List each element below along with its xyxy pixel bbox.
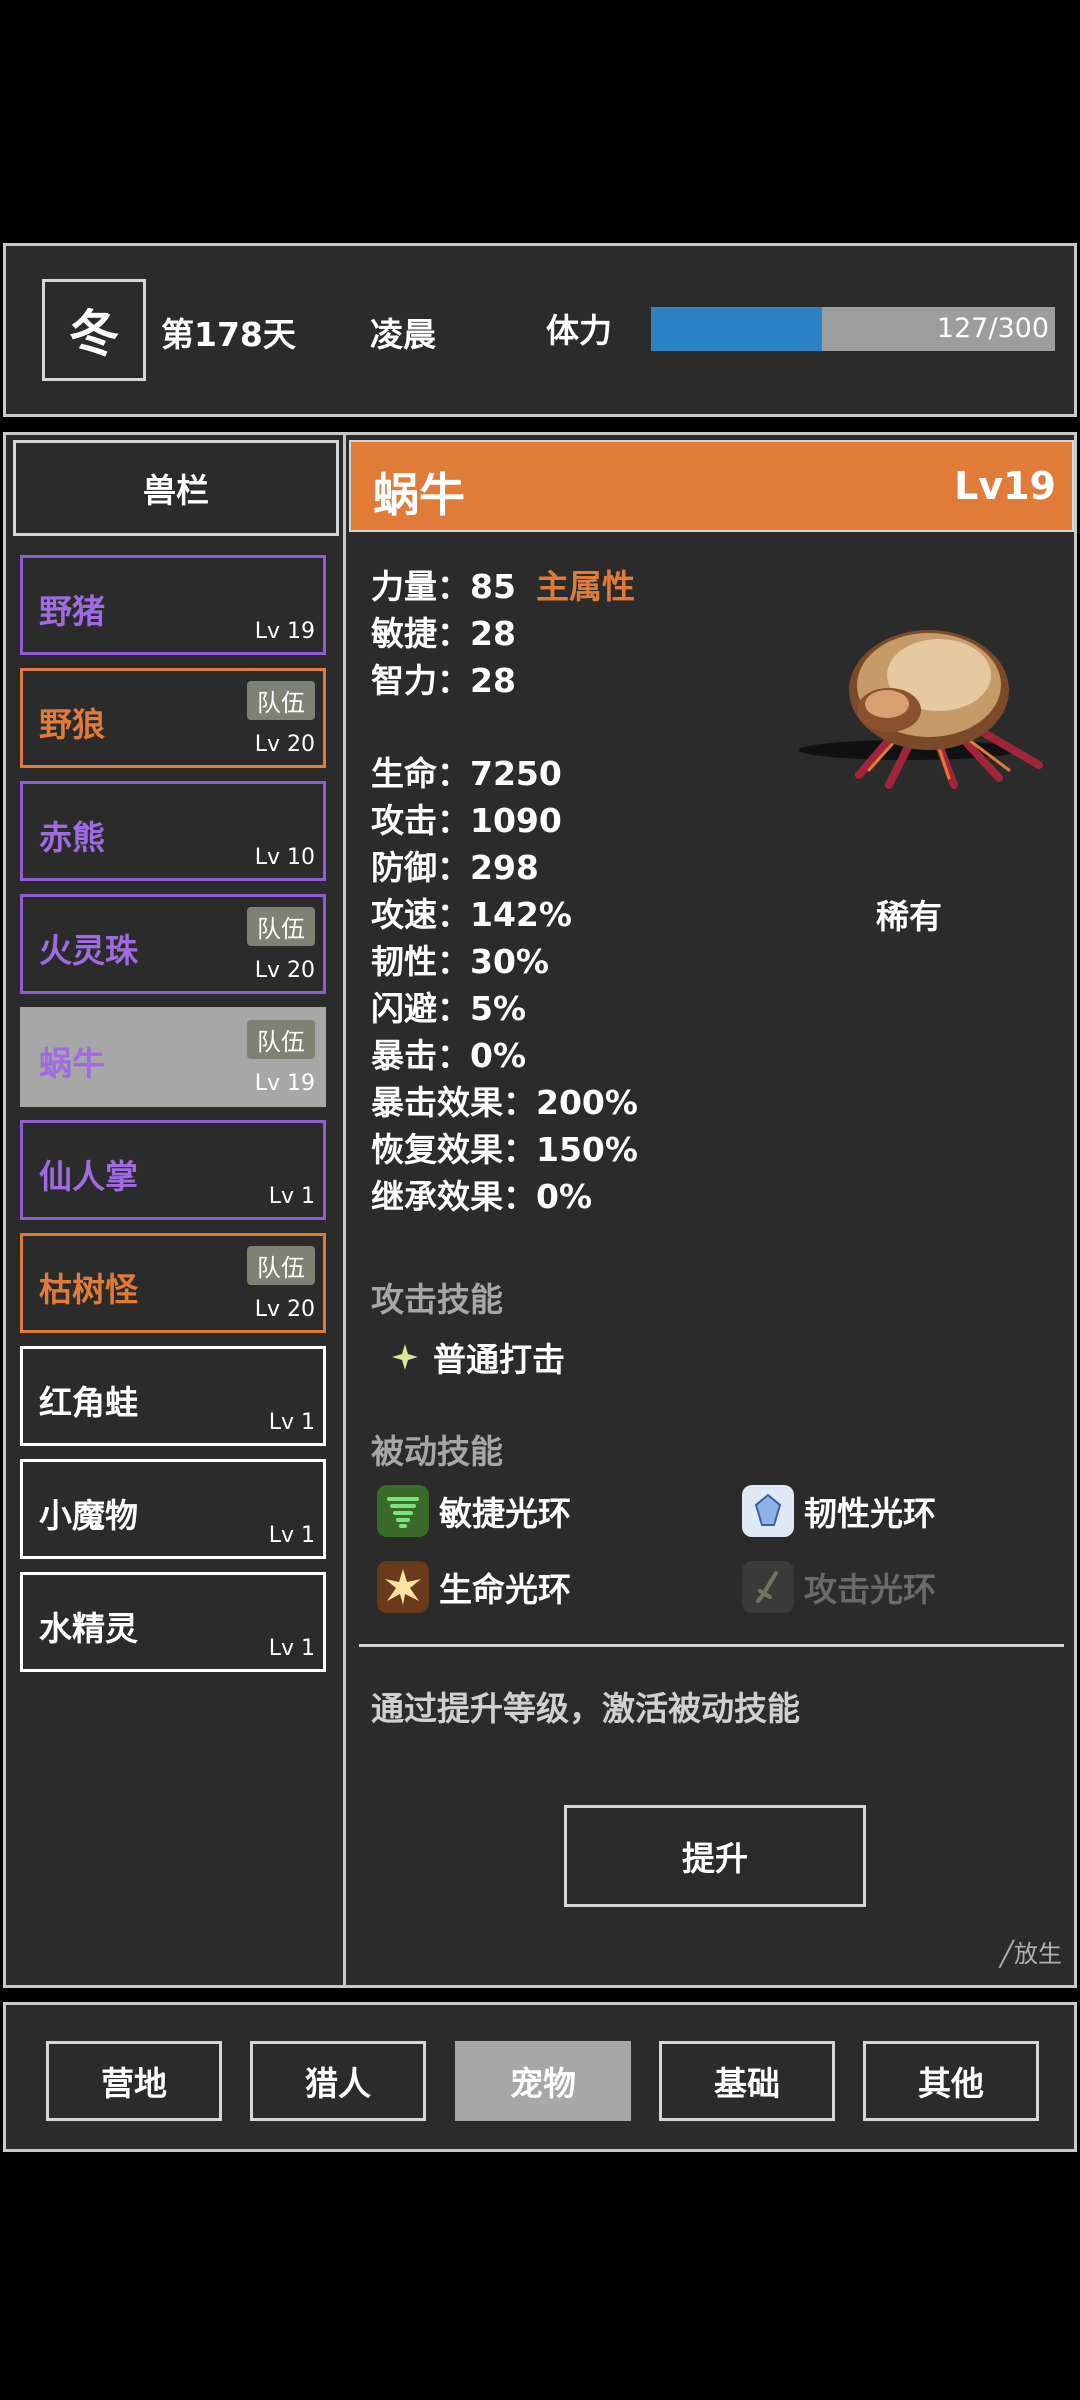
- pet-name: 赤熊: [39, 818, 105, 857]
- stat-crit: 暴击：0%: [371, 1036, 527, 1075]
- pet-list-item[interactable]: 蜗牛 队伍 Lv 19: [20, 1007, 326, 1107]
- pet-name: 水精灵: [39, 1609, 138, 1648]
- pet-name: 蜗牛: [39, 1044, 105, 1083]
- burst-icon: [377, 1561, 429, 1613]
- season-indicator: 冬: [42, 279, 146, 381]
- sparkle-icon: [387, 1339, 423, 1375]
- stamina-value: 127/300: [936, 313, 1049, 344]
- stat-attack-speed: 攻速：142%: [371, 895, 572, 934]
- rarity-label: 稀有: [876, 897, 942, 936]
- pet-list-item[interactable]: 小魔物 Lv 1: [20, 1459, 326, 1559]
- passive-skill-agility-aura[interactable]: 敏捷光环: [377, 1485, 571, 1537]
- pet-name: 仙人掌: [39, 1157, 138, 1196]
- pet-list-item[interactable]: 野狼 队伍 Lv 20: [20, 668, 326, 768]
- stat-toughness: 韧性：30%: [371, 942, 549, 981]
- pet-list-item[interactable]: 赤熊 Lv 10: [20, 781, 326, 881]
- upgrade-button[interactable]: 提升: [564, 1805, 866, 1907]
- stat-crit-effect: 暴击效果：200%: [371, 1083, 638, 1122]
- pet-detail-level: Lv19: [954, 464, 1056, 508]
- stat-agility: 敏捷：28: [371, 614, 516, 653]
- tornado-icon: [377, 1485, 429, 1537]
- team-badge: 队伍: [247, 681, 315, 720]
- team-badge: 队伍: [247, 1246, 315, 1285]
- pet-list-column: 兽栏 野猪 Lv 19 野狼 队伍 Lv 20 赤熊 Lv 10 火灵珠 队伍 Lv 20 蜗牛 队伍…: [6, 435, 346, 1985]
- stat-recovery-effect: 恢复效果：150%: [371, 1130, 638, 1169]
- stat-dodge: 闪避：5%: [371, 989, 527, 1028]
- pet-list-item[interactable]: 水精灵 Lv 1: [20, 1572, 326, 1672]
- pet-level: Lv 1: [268, 1410, 315, 1435]
- status-header: 冬 第178天 凌晨 体力 127/300: [3, 243, 1077, 417]
- snail-sprite: [799, 630, 1043, 789]
- crystal-icon: [742, 1485, 794, 1537]
- pet-level: Lv 1: [268, 1636, 315, 1661]
- team-badge: 队伍: [247, 907, 315, 946]
- nav-pet[interactable]: 宠物: [455, 2041, 631, 2121]
- pet-detail-header: 蜗牛 Lv19: [349, 440, 1074, 532]
- pet-list: 野猪 Lv 19 野狼 队伍 Lv 20 赤熊 Lv 10 火灵珠 队伍 Lv 20 蜗牛 队伍 Lv …: [20, 555, 326, 1685]
- pet-name: 小魔物: [39, 1496, 138, 1535]
- attack-skill[interactable]: 普通打击: [387, 1333, 565, 1381]
- pet-detail: 蜗牛 Lv19 力量：85 主属性 敏捷：28 智力：28 生命：7250 攻击：…: [349, 435, 1074, 1985]
- passive-skill-title: 被动技能: [371, 1432, 503, 1471]
- pet-name: 枯树怪: [39, 1270, 138, 1309]
- nav-basic[interactable]: 基础: [659, 2041, 835, 2121]
- pet-name: 红角蛙: [39, 1383, 138, 1422]
- pet-level: Lv 1: [268, 1523, 315, 1548]
- stamina-fill: [651, 307, 822, 351]
- pet-list-item[interactable]: 枯树怪 队伍 Lv 20: [20, 1233, 326, 1333]
- upgrade-hint: 通过提升等级，激活被动技能: [371, 1689, 800, 1728]
- passive-skill-attack-aura[interactable]: 攻击光环: [742, 1561, 936, 1613]
- nav-other[interactable]: 其他: [863, 2041, 1039, 2121]
- pet-level: Lv 1: [268, 1184, 315, 1209]
- pet-name: 野狼: [39, 705, 105, 744]
- pet-name: 火灵珠: [39, 931, 138, 970]
- team-badge: 队伍: [247, 1020, 315, 1059]
- release-link[interactable]: ╱放生: [1000, 1934, 1062, 1969]
- day-counter: 第178天: [161, 315, 296, 354]
- pet-detail-name: 蜗牛: [373, 468, 465, 522]
- pen-tab-title[interactable]: 兽栏: [13, 440, 339, 536]
- stat-strength: 力量：85 主属性: [371, 567, 635, 606]
- attack-skill-title: 攻击技能: [371, 1280, 503, 1319]
- pet-list-item[interactable]: 仙人掌 Lv 1: [20, 1120, 326, 1220]
- stat-hp: 生命：7250: [371, 754, 562, 793]
- stat-intelligence: 智力：28: [371, 661, 516, 700]
- stat-attack: 攻击：1090: [371, 801, 562, 840]
- passive-skill-toughness-aura[interactable]: 韧性光环: [742, 1485, 936, 1537]
- bottom-nav: 营地 猎人 宠物 基础 其他: [3, 2002, 1077, 2152]
- pet-list-item[interactable]: 红角蛙 Lv 1: [20, 1346, 326, 1446]
- pet-level: Lv 19: [254, 1071, 315, 1096]
- stamina-bar: 127/300: [651, 307, 1055, 351]
- passive-skill-life-aura[interactable]: 生命光环: [377, 1561, 571, 1613]
- pet-name: 野猪: [39, 592, 105, 631]
- stamina-label: 体力: [546, 311, 612, 350]
- divider: [359, 1644, 1064, 1647]
- nav-camp[interactable]: 营地: [46, 2041, 222, 2121]
- pet-level: Lv 10: [254, 845, 315, 870]
- stat-defense: 防御：298: [371, 848, 539, 887]
- time-of-day: 凌晨: [370, 315, 436, 354]
- pet-list-item[interactable]: 野猪 Lv 19: [20, 555, 326, 655]
- pet-level: Lv 20: [254, 1297, 315, 1322]
- stat-inherit-effect: 继承效果：0%: [371, 1177, 593, 1216]
- pet-level: Lv 20: [254, 958, 315, 983]
- nav-hunter[interactable]: 猎人: [250, 2041, 426, 2121]
- main-attribute-tag: 主属性: [535, 567, 635, 606]
- pet-level: Lv 20: [254, 732, 315, 757]
- sword-icon: [742, 1561, 794, 1613]
- pet-list-item[interactable]: 火灵珠 队伍 Lv 20: [20, 894, 326, 994]
- pet-panel: 兽栏 野猪 Lv 19 野狼 队伍 Lv 20 赤熊 Lv 10 火灵珠 队伍 Lv 20 蜗牛 队伍…: [3, 432, 1077, 1988]
- pet-level: Lv 19: [254, 619, 315, 644]
